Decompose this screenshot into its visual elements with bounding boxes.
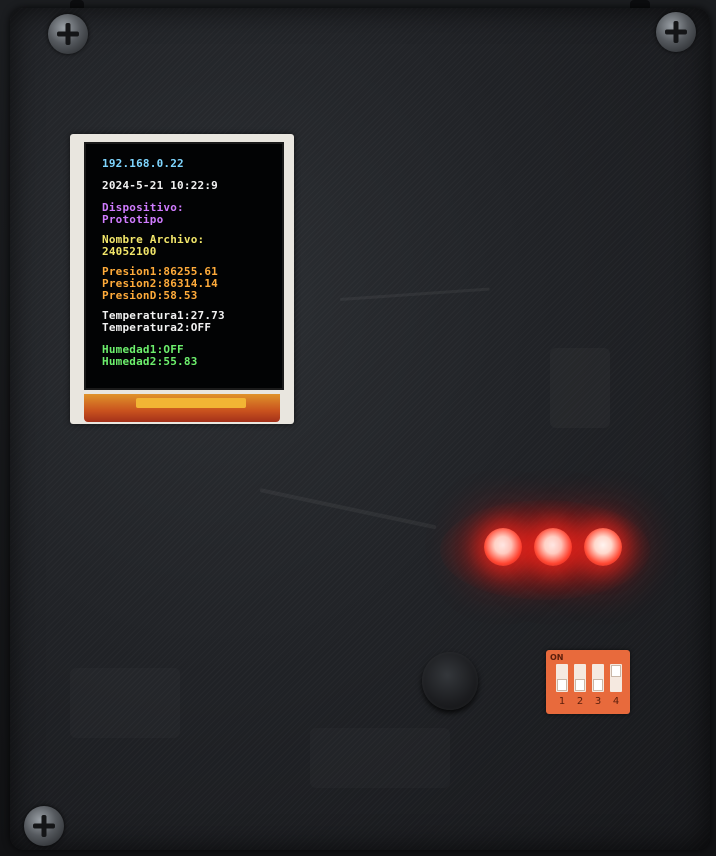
dip-switch[interactable]: ON 1 2 3 4 xyxy=(546,650,630,714)
surface-scratch xyxy=(259,488,437,530)
dip-switch-1[interactable] xyxy=(556,664,568,692)
lcd-presion0: PresionD:58.53 xyxy=(102,289,198,302)
dip-number-4: 4 xyxy=(612,696,620,707)
led-1 xyxy=(484,528,522,566)
dip-number-2: 2 xyxy=(576,696,584,707)
led-3 xyxy=(584,528,622,566)
led-2 xyxy=(534,528,572,566)
lcd-flex-cable xyxy=(84,394,280,422)
dip-switch-2[interactable] xyxy=(574,664,586,692)
dip-number-1: 1 xyxy=(558,696,566,707)
dip-on-label: ON xyxy=(550,653,564,662)
lcd-temperatura2: Temperatura2:OFF xyxy=(102,321,212,334)
lcd-humedad2: Humedad2:55.83 xyxy=(102,355,198,368)
screw-top-right xyxy=(656,12,696,52)
lcd-screen: 192.168.0.22 2024-5-21 10:22:9 Dispositi… xyxy=(84,142,284,390)
dip-switch-4[interactable] xyxy=(610,664,622,692)
lcd-display-module: 192.168.0.22 2024-5-21 10:22:9 Dispositi… xyxy=(70,134,294,424)
lcd-ip-address: 192.168.0.22 xyxy=(102,157,184,170)
lcd-file-value: 24052100 xyxy=(102,245,157,258)
screw-top-left xyxy=(48,14,88,54)
push-button[interactable] xyxy=(422,652,478,710)
surface-scratch xyxy=(310,728,450,788)
surface-scratch xyxy=(339,287,490,301)
surface-scratch xyxy=(70,668,180,738)
lcd-datetime: 2024-5-21 10:22:9 xyxy=(102,179,218,192)
dip-number-3: 3 xyxy=(594,696,602,707)
dip-switch-3[interactable] xyxy=(592,664,604,692)
surface-scratch xyxy=(550,348,610,428)
lcd-device-value: Prototipo xyxy=(102,213,164,226)
screw-bottom-left xyxy=(24,806,64,846)
